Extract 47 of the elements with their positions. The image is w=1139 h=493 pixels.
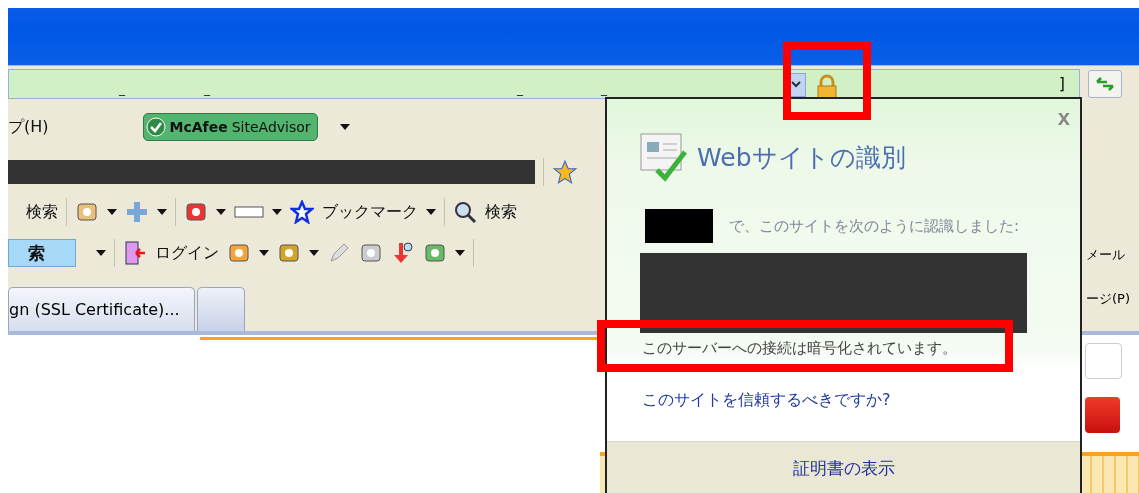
- redaction-bar: [645, 209, 713, 243]
- caret-icon[interactable]: [455, 250, 465, 256]
- address-text: _: [204, 81, 210, 96]
- bookmarks-button[interactable]: ブックマーク: [322, 201, 418, 223]
- caret-icon[interactable]: [272, 209, 282, 215]
- star-icon[interactable]: [552, 159, 578, 185]
- lock-icon[interactable]: [816, 73, 838, 100]
- popup-title: Webサイトの識別: [697, 141, 906, 174]
- certificate-icon: [639, 132, 689, 182]
- check-icon: [145, 117, 166, 137]
- view-certificate-button[interactable]: 証明書の表示: [607, 441, 1080, 493]
- caret-icon[interactable]: [216, 209, 226, 215]
- encryption-text: このサーバーへの接続は暗号化されています。: [641, 338, 958, 358]
- address-text: _: [517, 81, 523, 96]
- input-field[interactable]: [1085, 343, 1122, 379]
- mail-button[interactable]: メール: [1086, 246, 1125, 264]
- search-label[interactable]: 検索: [26, 201, 58, 223]
- caret-icon[interactable]: [339, 124, 350, 130]
- identified-text: で、このサイトを次のように認識しました:: [729, 216, 1020, 236]
- caret-icon[interactable]: [259, 250, 269, 256]
- door-icon[interactable]: [123, 240, 147, 266]
- page-menu[interactable]: ージ(P): [1086, 290, 1130, 308]
- address-text: _: [601, 81, 607, 96]
- refresh-button[interactable]: [1088, 69, 1122, 98]
- address-text: _: [119, 81, 125, 96]
- caret-icon[interactable]: [96, 250, 106, 256]
- brand-text: SiteAdvisor: [231, 119, 311, 135]
- chevron-icon: [791, 81, 801, 88]
- menu-item[interactable]: プ(H): [8, 116, 49, 138]
- address-text: ]: [1059, 74, 1065, 93]
- arrow-icon[interactable]: [391, 241, 415, 265]
- caret-icon[interactable]: [309, 250, 319, 256]
- search-button[interactable]: 検索: [485, 201, 517, 223]
- siteadvisor-badge[interactable]: McAfee SiteAdvisor: [142, 113, 318, 141]
- arrows-icon: [1095, 75, 1115, 92]
- caret-icon[interactable]: [107, 209, 117, 215]
- rectangle-icon[interactable]: [234, 205, 264, 219]
- login-button[interactable]: ログイン: [155, 242, 219, 264]
- browser-tab[interactable]: gn (SSL Certificate)...: [8, 287, 195, 331]
- trust-link[interactable]: このサイトを信頼するべきですか?: [607, 358, 1080, 411]
- star-icon[interactable]: [290, 200, 314, 224]
- address-field[interactable]: _ _ _ _ ]: [8, 68, 1080, 99]
- search-field[interactable]: 索: [8, 239, 76, 267]
- brand-text: McAfee: [169, 119, 228, 135]
- search-icon[interactable]: [453, 200, 477, 224]
- caret-icon[interactable]: [426, 209, 436, 215]
- caret-icon[interactable]: [157, 209, 167, 215]
